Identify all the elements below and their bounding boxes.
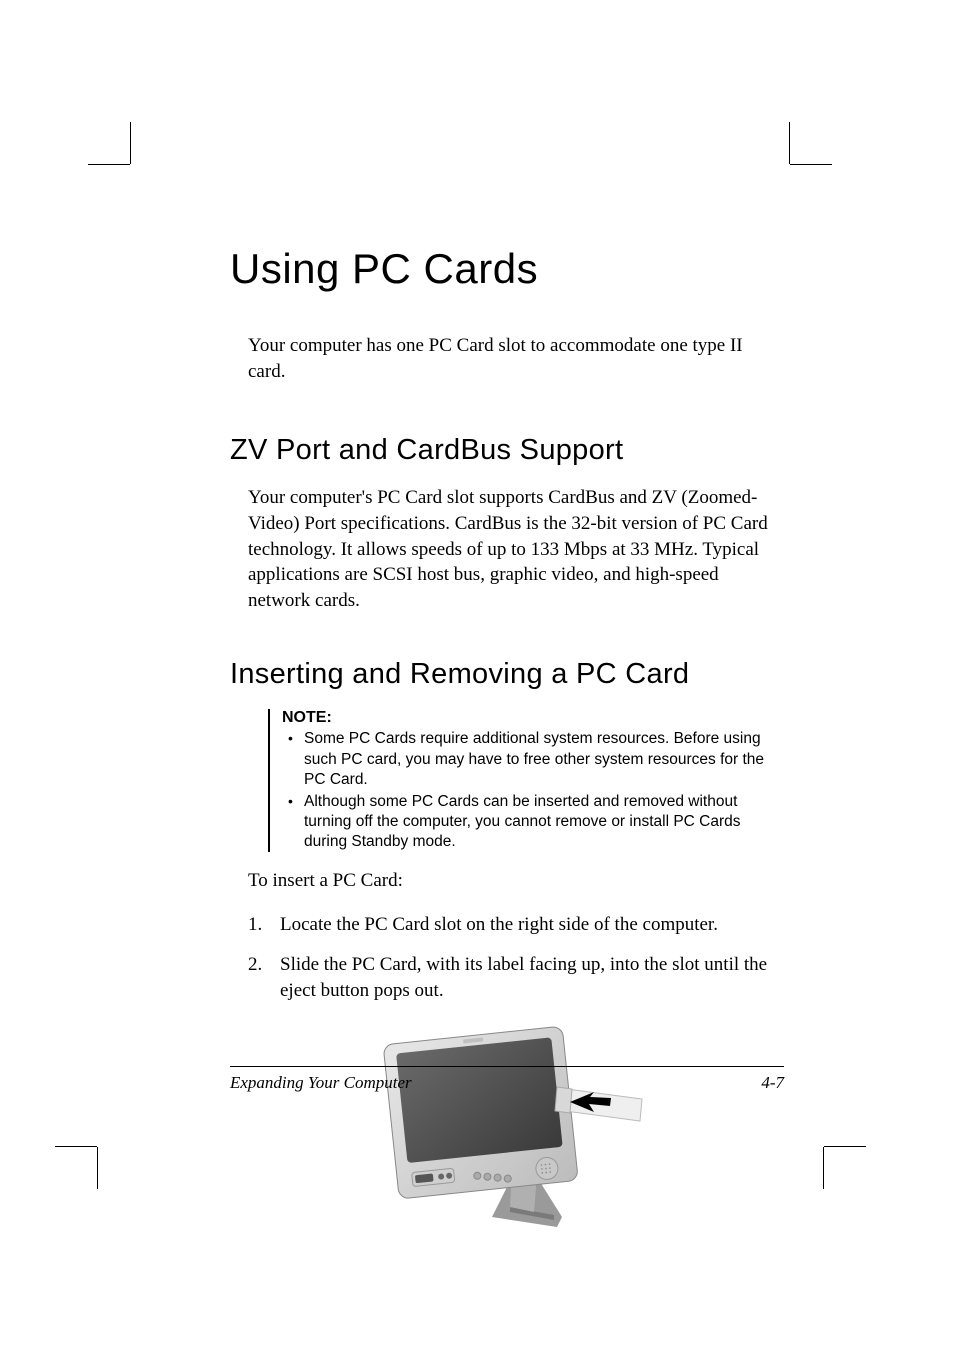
crop-mark [789,122,790,164]
footer-rule [230,1066,784,1067]
note-item: Although some PC Cards can be inserted a… [282,792,784,852]
pc-card-insert-illustration [362,1017,652,1242]
footer-chapter-title: Expanding Your Computer [230,1073,412,1093]
steps-list: 1. Locate the PC Card slot on the right … [248,912,784,1003]
crop-mark [88,164,130,165]
step-number: 2. [248,952,262,978]
step-item: 1. Locate the PC Card slot on the right … [248,912,784,938]
step-number: 1. [248,912,262,938]
page-title-h1: Using PC Cards [230,245,784,293]
crop-mark [823,1147,824,1189]
intro-paragraph: Your computer has one PC Card slot to ac… [248,333,784,384]
page-footer: Expanding Your Computer 4-7 [230,1066,784,1093]
page-content: Using PC Cards Your computer has one PC … [0,0,954,1242]
note-block: NOTE: Some PC Cards require additional s… [268,709,784,852]
note-label: NOTE: [282,709,784,727]
section-heading-zv: ZV Port and CardBus Support [230,434,784,467]
crop-mark [55,1146,97,1147]
crop-mark [824,1146,866,1147]
step-text: Locate the PC Card slot on the right sid… [280,914,718,935]
note-item: Some PC Cards require additional system … [282,729,784,789]
zv-body-paragraph: Your computer's PC Card slot supports Ca… [248,485,784,613]
step-text: Slide the PC Card, with its label facing… [280,954,767,1001]
crop-mark [97,1147,98,1189]
crop-mark [790,164,832,165]
section-heading-insert: Inserting and Removing a PC Card [230,658,784,691]
footer-page-number: 4-7 [761,1073,784,1093]
crop-mark [130,122,131,164]
step-item: 2. Slide the PC Card, with its label fac… [248,952,784,1003]
figure-container [230,1017,784,1242]
instruction-lead: To insert a PC Card: [248,870,784,892]
footer-row: Expanding Your Computer 4-7 [230,1073,784,1093]
note-list: Some PC Cards require additional system … [282,729,784,852]
